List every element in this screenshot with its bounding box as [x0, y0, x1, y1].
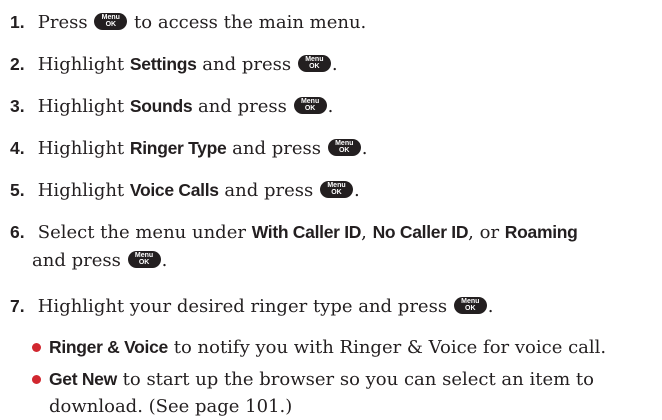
step-punct: ,	[361, 222, 367, 243]
step-2: 2. Highlight Settings and press Menu OK.	[10, 48, 650, 81]
step-text: to access the main menu.	[134, 12, 367, 33]
instruction-page: 1. Press Menu OK to access the main menu.…	[0, 0, 662, 420]
step-punct: .	[161, 250, 168, 271]
step-number: 1.	[10, 12, 25, 32]
step-text: Highlight	[37, 138, 125, 159]
bullet-dot-icon	[32, 374, 41, 384]
bullet-item-1: Ringer & Voice to notify you with Ringer…	[32, 334, 662, 361]
step-text: and press	[202, 54, 292, 75]
step-text: and press	[198, 96, 287, 117]
menu-term: Settings	[129, 54, 197, 74]
step-number: 7.	[10, 296, 25, 316]
step-text: Highlight	[37, 180, 125, 201]
step-punct: .	[327, 96, 334, 117]
step-punct: .	[487, 296, 494, 317]
step-1: 1. Press Menu OK to access the main menu.	[10, 6, 650, 39]
menu-ok-key-icon: Menu OK	[319, 181, 353, 198]
step-number: 6.	[10, 222, 25, 242]
menu-term: With Caller ID	[251, 222, 362, 242]
menu-term: Roaming	[504, 222, 578, 242]
step-number: 3.	[10, 96, 25, 116]
step-text: Press	[37, 12, 88, 33]
step-text: Highlight	[37, 54, 125, 75]
option-text: to notify you with Ringer & Voice for vo…	[173, 337, 607, 358]
step-5: 5. Highlight Voice Calls and press Menu O…	[10, 174, 650, 207]
option-text: to start up the browser so you can selec…	[122, 369, 594, 390]
menu-ok-key-icon: Menu OK	[293, 97, 327, 114]
menu-term: Voice Calls	[129, 180, 219, 200]
option-term: Get New	[49, 369, 117, 389]
step-number: 2.	[10, 54, 25, 74]
step-number: 4.	[10, 138, 25, 158]
menu-term: Sounds	[129, 96, 193, 116]
step-punct: .	[353, 180, 360, 201]
bullet-dot-icon	[32, 342, 41, 352]
step-text: and press	[224, 180, 314, 201]
step-text: Highlight	[37, 96, 125, 117]
step-text: , or	[468, 222, 500, 243]
menu-ok-key-icon: Menu OK	[297, 55, 331, 72]
step-text: Select the menu under	[37, 222, 246, 243]
menu-term: No Caller ID	[372, 222, 469, 242]
step-number: 5.	[10, 180, 25, 200]
step-3: 3. Highlight Sounds and press Menu OK.	[10, 90, 650, 123]
step-text: and press	[32, 250, 121, 271]
menu-term: Ringer Type	[129, 138, 227, 158]
step-text: and press	[232, 138, 321, 159]
option-term: Ringer & Voice	[49, 337, 168, 357]
step-7: 7. Highlight your desired ringer type an…	[10, 290, 650, 323]
menu-ok-key-icon: Menu OK	[127, 251, 161, 268]
menu-ok-key-icon: Menu OK	[327, 139, 361, 156]
menu-ok-key-icon: Menu OK	[94, 13, 128, 30]
option-text: download. (See page 101.)	[49, 396, 293, 417]
step-punct: .	[331, 54, 338, 75]
step-6: 6. Select the menu under With Caller ID,…	[10, 216, 650, 277]
step-punct: .	[361, 138, 368, 159]
step-4: 4. Highlight Ringer Type and press Menu O…	[10, 132, 650, 165]
bullet-item-2: Get New to start up the browser so you c…	[32, 366, 662, 420]
step-text: Highlight your desired ringer type and p…	[37, 296, 448, 317]
menu-ok-key-icon: Menu OK	[453, 297, 487, 314]
